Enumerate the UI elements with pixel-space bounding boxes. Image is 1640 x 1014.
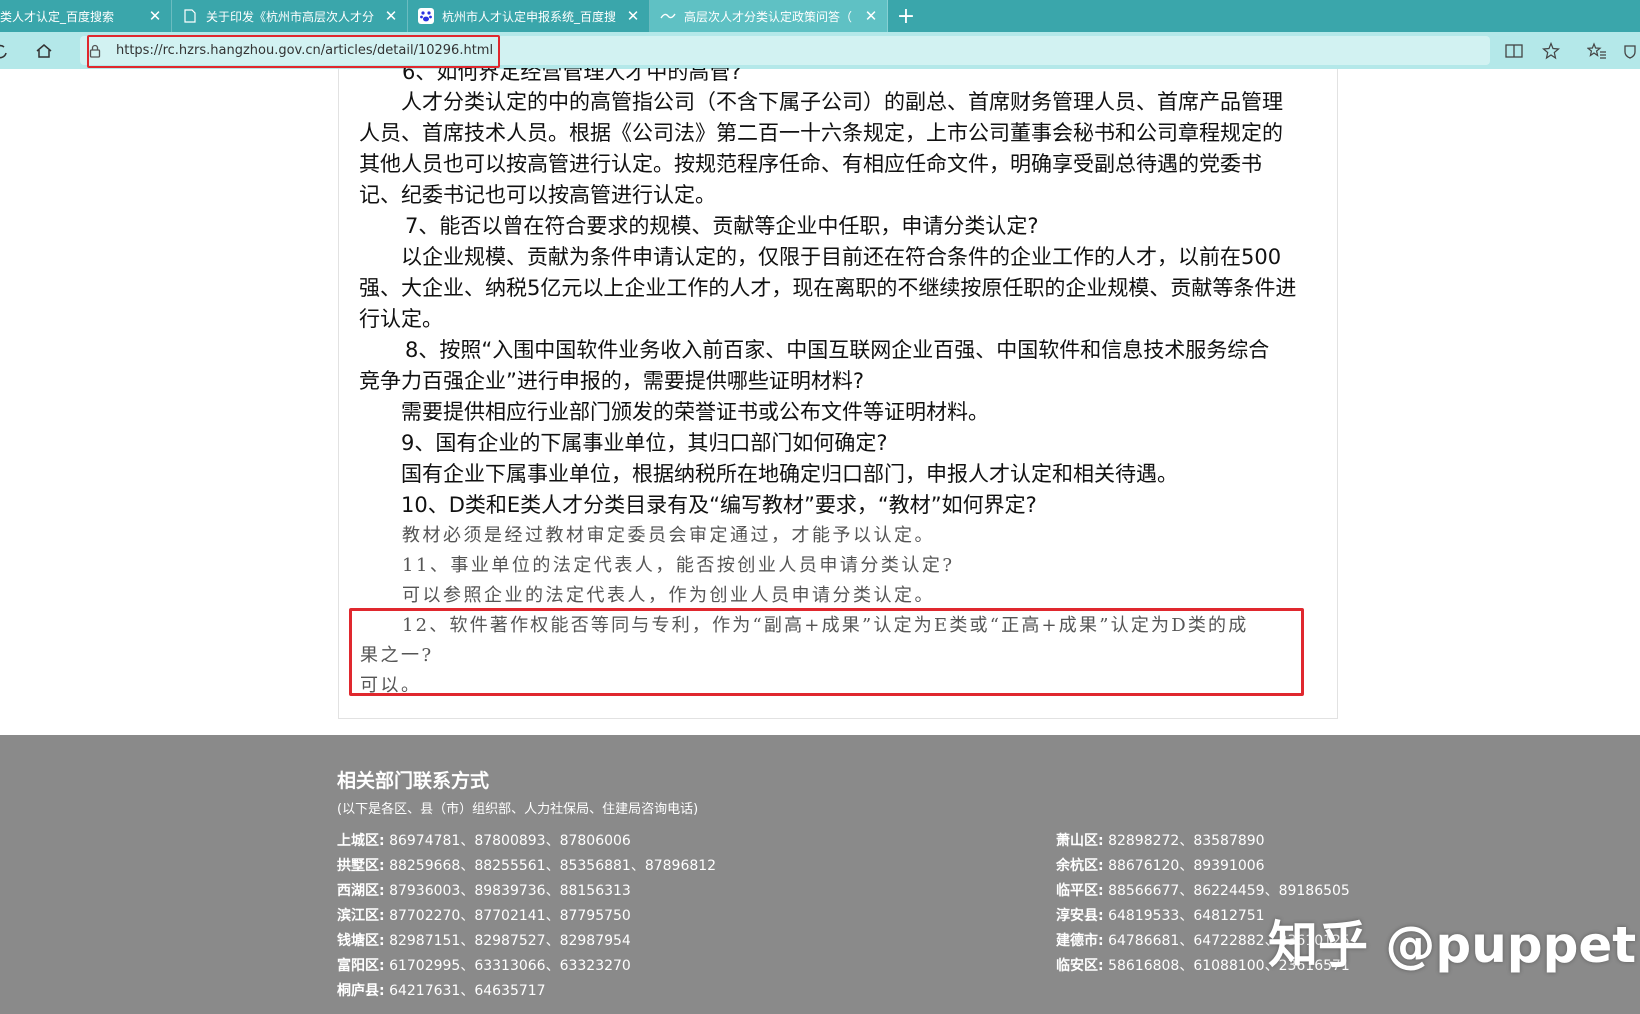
article-text-line: 其他人员也可以按高管进行认定。按规范程序任命、有相应任命文件，明确享受副总待遇的… xyxy=(359,152,1262,176)
phone-numbers: 86974781、87800893、87806006 xyxy=(389,833,631,849)
article-text-line: 可以参照企业的法定代表人，作为创业人员申请分类认定。 xyxy=(402,585,935,606)
favorites-icon[interactable] xyxy=(1580,32,1614,69)
browser-tab-strip: 类人才认定_百度搜索 ✕ 关于印发《杭州市高层次人才分 ✕ 杭州市人才认定申报系… xyxy=(0,0,1640,32)
footer-subtitle: (以下是各区、县（市）组织部、人力社保局、住建局咨询电话) xyxy=(337,802,699,817)
district-label: 余杭区: xyxy=(1056,858,1104,874)
phone-numbers: 82898272、83587890 xyxy=(1108,833,1265,849)
close-icon[interactable]: ✕ xyxy=(147,7,163,25)
district-label: 钱塘区: xyxy=(337,933,385,949)
article-text-line: 以企业规模、贡献为条件申请认定的，仅限于目前还在符合条件的企业工作的人才，以前在… xyxy=(401,245,1282,269)
district-label: 桐庐县: xyxy=(337,983,385,999)
contact-item: 西湖区: 87936003、89839736、88156313 xyxy=(337,880,631,900)
phone-numbers: 87702270、87702141、87795750 xyxy=(389,908,631,924)
article-text-line: 人员、首席技术人员。根据《公司法》第二百一十六条规定，上市公司董事会秘书和公司章… xyxy=(359,121,1283,145)
article-text-line: 行认定。 xyxy=(359,307,443,331)
district-label: 滨江区: xyxy=(337,908,385,924)
contact-item: 富阳区: 61702995、63313066、63323270 xyxy=(337,955,631,975)
district-label: 拱墅区: xyxy=(337,858,385,874)
tab-title: 关于印发《杭州市高层次人才分 xyxy=(206,9,375,24)
close-icon[interactable]: ✕ xyxy=(383,7,399,25)
tab-baidu-search[interactable]: 类人才认定_百度搜索 ✕ xyxy=(0,0,172,32)
phone-numbers: 61702995、63313066、63323270 xyxy=(389,958,631,974)
new-tab-button[interactable]: + xyxy=(888,0,924,32)
district-label: 西湖区: xyxy=(337,883,385,899)
article-text-line: 强、大企业、纳税5亿元以上企业工作的人才，现在离职的不继续按原任职的企业规模、贡… xyxy=(359,276,1297,300)
district-label: 富阳区: xyxy=(337,958,385,974)
footer-title: 相关部门联系方式 xyxy=(337,770,490,792)
district-label: 建德市: xyxy=(1056,933,1104,949)
article-question-11: 11、事业单位的法定代表人，能否按创业人员申请分类认定? xyxy=(402,555,955,576)
phone-numbers: 64819533、64812751 xyxy=(1108,908,1265,924)
contact-item: 淳安县: 64819533、64812751 xyxy=(1056,905,1265,925)
site-favicon xyxy=(660,8,676,24)
district-label: 临安区: xyxy=(1056,958,1104,974)
phone-numbers: 87936003、89839736、88156313 xyxy=(389,883,631,899)
contact-item: 滨江区: 87702270、87702141、87795750 xyxy=(337,905,631,925)
tab-title: 杭州市人才认定申报系统_百度搜 xyxy=(442,9,617,24)
article-text-line: 记、纪委书记也可以按高管进行认定。 xyxy=(359,183,716,207)
phone-numbers: 88259668、88255561、85356881、87896812 xyxy=(389,858,717,874)
phone-numbers: 88566677、86224459、89186505 xyxy=(1108,883,1350,899)
contact-item: 临平区: 88566677、86224459、89186505 xyxy=(1056,880,1350,900)
article-question-9: 9、国有企业的下属事业单位，其归口部门如何确定? xyxy=(401,431,888,455)
contact-item: 拱墅区: 88259668、88255561、85356881、87896812 xyxy=(337,855,716,875)
url-highlight-box xyxy=(87,35,500,68)
article-text-line: 人才分类认定的中的高管指公司（不含下属子公司）的副总、首席财务管理人员、首席产品… xyxy=(401,90,1283,114)
article-question-8: 8、按照“入围中国软件业务收入前百家、中国互联网企业百强、中国软件和信息技术服务… xyxy=(405,338,1270,362)
reader-mode-icon[interactable] xyxy=(1497,32,1531,69)
contact-item: 上城区: 86974781、87800893、87806006 xyxy=(337,830,631,850)
article-text-line: 教材必须是经过教材审定委员会审定通过，才能予以认定。 xyxy=(402,525,935,546)
phone-numbers: 88676120、89391006 xyxy=(1108,858,1265,874)
add-favorite-icon[interactable] xyxy=(1534,32,1568,69)
tab-baidu-system-search[interactable]: 杭州市人才认定申报系统_百度搜 ✕ xyxy=(408,0,650,32)
contact-item: 余杭区: 88676120、89391006 xyxy=(1056,855,1265,875)
district-label: 上城区: xyxy=(337,833,385,849)
district-label: 萧山区: xyxy=(1056,833,1104,849)
article-text-line: 需要提供相应行业部门颁发的荣誉证书或公布文件等证明材料。 xyxy=(401,400,989,424)
zhihu-watermark: 知乎 @puppet xyxy=(1268,916,1637,974)
close-icon[interactable]: ✕ xyxy=(863,7,879,25)
contact-item: 钱塘区: 82987151、82987527、82987954 xyxy=(337,930,631,950)
article-text-line: 竞争力百强企业”进行申报的，需要提供哪些证明材料? xyxy=(359,369,865,393)
refresh-icon[interactable] xyxy=(0,36,14,66)
tab-title: 类人才认定_百度搜索 xyxy=(0,9,115,24)
home-icon[interactable] xyxy=(14,36,74,66)
tab-policy-qa-active[interactable]: 高层次人才分类认定政策问答（ ✕ xyxy=(650,0,888,32)
tab-title: 高层次人才分类认定政策问答（ xyxy=(684,9,853,24)
district-label: 临平区: xyxy=(1056,883,1104,899)
district-label: 淳安县: xyxy=(1056,908,1104,924)
phone-numbers: 82987151、82987527、82987954 xyxy=(389,933,631,949)
phone-numbers: 64217631、64635717 xyxy=(389,983,546,999)
answer-highlight-box xyxy=(349,608,1304,696)
document-icon xyxy=(182,8,198,24)
close-icon[interactable]: ✕ xyxy=(625,7,641,25)
article-text-line: 国有企业下属事业单位，根据纳税所在地确定归口部门，申报人才认定和相关待遇。 xyxy=(401,462,1178,486)
baidu-paw-icon xyxy=(418,8,434,24)
extensions-icon[interactable] xyxy=(1620,32,1640,69)
contact-item: 萧山区: 82898272、83587890 xyxy=(1056,830,1265,850)
article-question-10: 10、D类和E类人才分类目录有及“编写教材”要求，“教材”如何界定? xyxy=(401,493,1037,517)
contact-item: 桐庐县: 64217631、64635717 xyxy=(337,980,546,1000)
article-question-7: 7、能否以曾在符合要求的规模、贡献等企业中任职，申请分类认定? xyxy=(405,214,1039,238)
tab-policy-document[interactable]: 关于印发《杭州市高层次人才分 ✕ xyxy=(172,0,408,32)
